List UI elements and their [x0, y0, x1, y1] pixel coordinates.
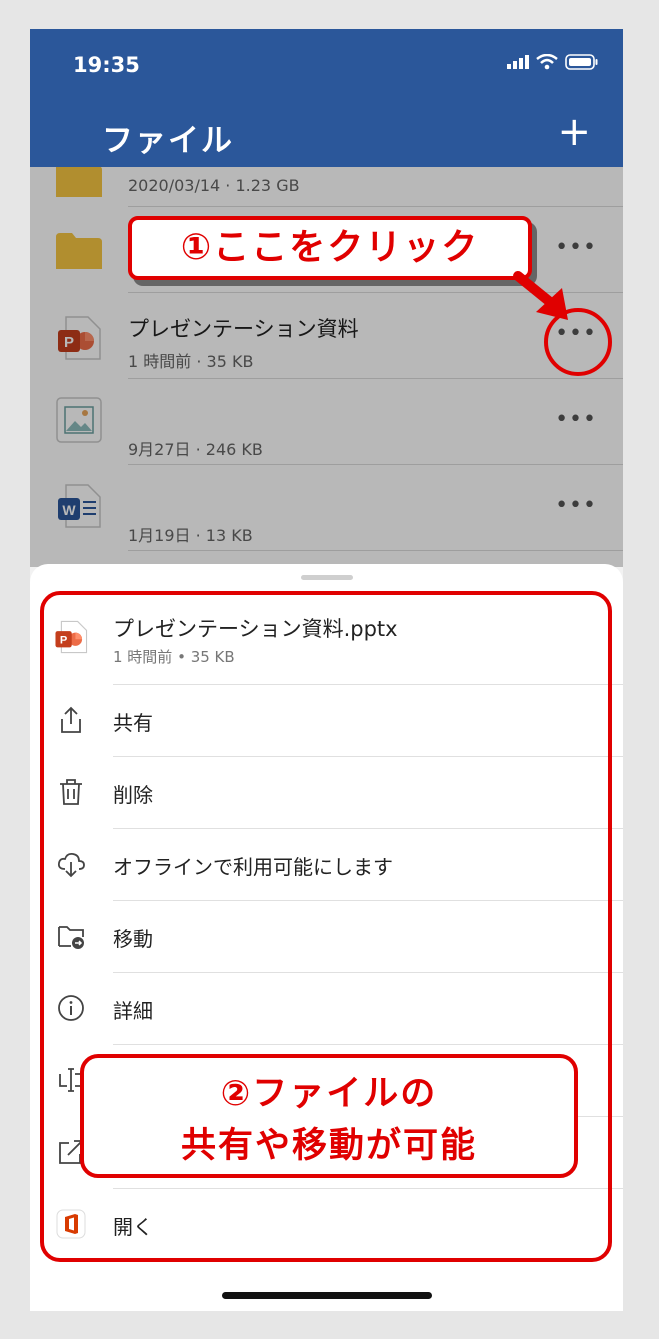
- callout2-line2: 共有や移動が可能: [180, 1126, 477, 1166]
- battery-icon: [565, 54, 598, 70]
- home-indicator[interactable]: [222, 1292, 432, 1299]
- page-title: ファイル: [102, 123, 234, 159]
- signal-icon: [507, 55, 529, 69]
- add-button[interactable]: +: [557, 112, 591, 152]
- status-icons: [507, 54, 599, 70]
- wifi-icon: [536, 54, 558, 70]
- status-time: 19:35: [73, 53, 140, 77]
- callout2-line1: ②ファイルの: [220, 1074, 438, 1114]
- sheet-handle[interactable]: [301, 575, 353, 580]
- callout-click-here: ①ここをクリック: [128, 216, 532, 280]
- callout-share-move: ②ファイルの 共有や移動が可能: [80, 1054, 578, 1178]
- app-header: 19:35 ファイル +: [30, 29, 623, 167]
- highlight-ring: [544, 308, 612, 376]
